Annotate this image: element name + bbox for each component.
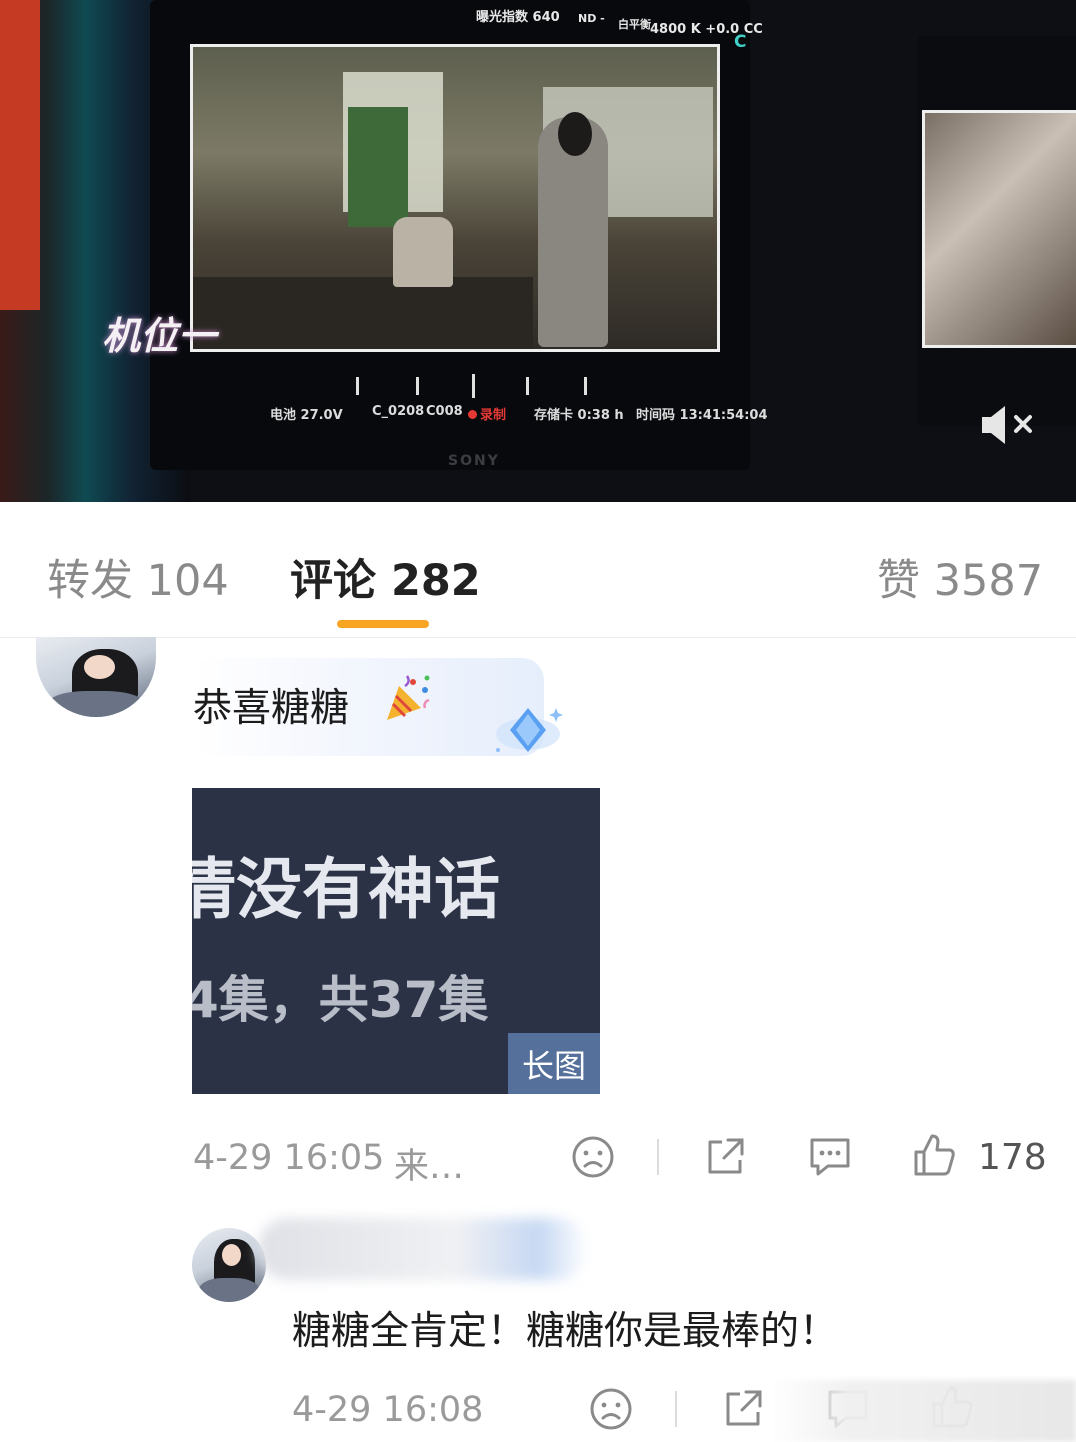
share-icon[interactable] — [702, 1134, 748, 1180]
hud-exposure: 曝光指数 640 — [476, 10, 560, 25]
record-dot-icon — [468, 410, 477, 419]
tab-bar: 转发 104 评论 282 赞 3587 — [0, 502, 1076, 638]
avatar[interactable] — [36, 637, 156, 717]
tab-comments[interactable]: 评论 282 — [290, 546, 481, 608]
long-image-badge: 长图 — [508, 1033, 600, 1094]
divider — [675, 1391, 677, 1427]
reply-avatar[interactable] — [192, 1228, 266, 1302]
hud-timecode: 时间码 13:41:54:04 — [636, 408, 768, 423]
side-frame — [922, 110, 1076, 348]
comment-image[interactable]: 情没有神话 4集，共37集 长图 — [192, 788, 600, 1094]
mute-button[interactable] — [978, 400, 1042, 450]
video-frame — [190, 44, 720, 352]
level-tick-center — [472, 374, 475, 398]
watermark-blur — [770, 1380, 1076, 1442]
divider — [657, 1139, 659, 1175]
avatar-shirt — [199, 1278, 259, 1302]
side-monitor — [918, 36, 1076, 426]
hud-c: C — [734, 32, 747, 52]
image-title: 情没有神话 — [192, 851, 500, 928]
tab-active-indicator — [337, 620, 429, 628]
scene-person-head — [558, 112, 592, 156]
scene-chair — [393, 217, 453, 287]
reply-text: 糖糖全肯定！糖糖你是最棒的！ — [292, 1309, 839, 1354]
hud-rec: 录制 — [468, 404, 506, 423]
level-tick — [416, 377, 419, 395]
monitor-brand: SONY — [448, 453, 500, 469]
level-tick — [526, 377, 529, 395]
tab-repost[interactable]: 转发 104 — [47, 546, 229, 608]
reply-time: 4-29 16:08 — [292, 1390, 484, 1430]
image-subtitle: 4集，共37集 — [192, 971, 489, 1029]
like-count: 178 — [978, 1137, 1047, 1178]
tab-likes[interactable]: 赞 3587 — [877, 546, 1043, 608]
hud-rec-label: 录制 — [480, 408, 507, 423]
comment-time: 4-29 16:05 — [193, 1138, 385, 1178]
rig-strip — [0, 0, 40, 310]
hud-battery: 电池 27.0V — [270, 408, 343, 423]
comment-text: 恭喜糖糖 — [193, 686, 350, 731]
dislike-face-icon[interactable] — [588, 1386, 634, 1432]
dislike-face-icon[interactable] — [570, 1134, 616, 1180]
avatar-face — [84, 654, 116, 679]
share-icon[interactable] — [720, 1386, 766, 1432]
comment-icon[interactable] — [806, 1134, 854, 1180]
hud-storage: 存储卡 0:38 h — [534, 408, 624, 423]
speaker-muted-icon — [982, 406, 1032, 444]
hud-nd: ND - — [578, 12, 605, 25]
level-tick — [584, 377, 587, 395]
scene-desk — [193, 277, 533, 349]
thumbs-up-icon[interactable] — [910, 1132, 958, 1178]
comment-source[interactable]: 来… — [394, 1138, 464, 1189]
camera-label: 机位一 — [102, 314, 217, 358]
level-tick — [356, 377, 359, 395]
scene-plant — [348, 107, 408, 227]
hud-clip-num: C008 — [426, 404, 463, 419]
party-popper-icon — [387, 675, 430, 720]
hud-clip: C_0208 — [372, 404, 425, 419]
blurred-username — [258, 1218, 588, 1280]
video-player[interactable]: 曝光指数 640 ND - 白平衡 4800 K +0.0 CC C 机位一 电… — [0, 0, 1076, 502]
hud-wb: 白平衡 — [618, 18, 651, 31]
avatar-shirt — [48, 691, 144, 717]
diamond-badge-icon — [496, 708, 563, 752]
